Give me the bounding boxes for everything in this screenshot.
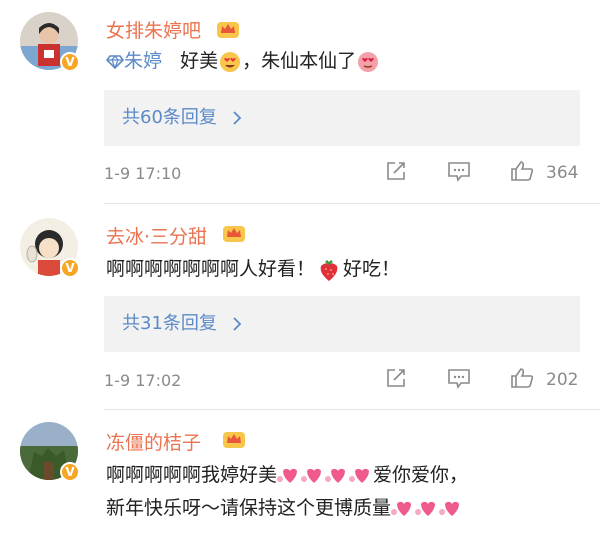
text-part: 爱你爱你， [373,464,469,486]
comment-text-line-1: 啊啊啊啊啊我婷好美 爱你爱你， [106,460,468,490]
like-icon[interactable] [510,160,536,182]
share-icon[interactable] [384,367,410,389]
verified-badge-icon: V [60,258,80,278]
view-replies-button[interactable]: 共31条回复 [104,296,580,352]
username[interactable]: 女排朱婷吧 [106,16,201,43]
text-part: 好吃！ [343,258,401,280]
username[interactable]: 去冰·三分甜 [106,222,207,249]
like-count: 364 [546,163,579,183]
verified-badge-icon: V [60,52,80,72]
divider [104,409,600,410]
hearts-emoji [277,468,370,483]
text-part: ，朱仙本仙了 [242,50,357,72]
heart-eyes-emoji [220,51,241,72]
share-icon[interactable] [384,160,410,182]
comment-text-line-2: 新年快乐呀～请保持这个更博质量 [106,493,463,523]
username[interactable]: 冻僵的桔子 [106,428,201,455]
view-replies-button[interactable]: 共60条回复 [104,90,580,146]
text-part: 好美 [180,50,219,72]
comment-icon[interactable] [446,160,472,182]
mention-link[interactable]: 朱婷 [106,50,162,72]
comment-text: 啊啊啊啊啊啊啊人好看！ 好吃！ [106,254,400,284]
comment-icon[interactable] [446,367,472,389]
chevron-right-icon [233,317,241,331]
divider [104,203,600,204]
text-part: 啊啊啊啊啊啊啊人好看！ [106,258,316,280]
diamond-icon [106,54,124,69]
crown-icon [223,432,245,448]
strawberry-emoji [320,259,338,281]
chevron-right-icon [233,111,241,125]
text-part: 啊啊啊啊啊我婷好美 [106,464,278,486]
crown-icon [217,22,239,38]
crown-icon [223,226,245,242]
hearts-emoji [391,501,460,516]
verified-badge-icon: V [60,462,80,482]
like-count: 202 [546,370,579,390]
heart-eyes-emoji [358,51,379,72]
like-icon[interactable] [510,367,536,389]
timestamp: 1-9 17:02 [104,371,182,390]
text-part: 新年快乐呀～请保持这个更博质量 [106,497,392,519]
timestamp: 1-9 17:10 [104,164,182,183]
comment-text: 朱婷 好美 ，朱仙本仙了 [106,46,380,76]
